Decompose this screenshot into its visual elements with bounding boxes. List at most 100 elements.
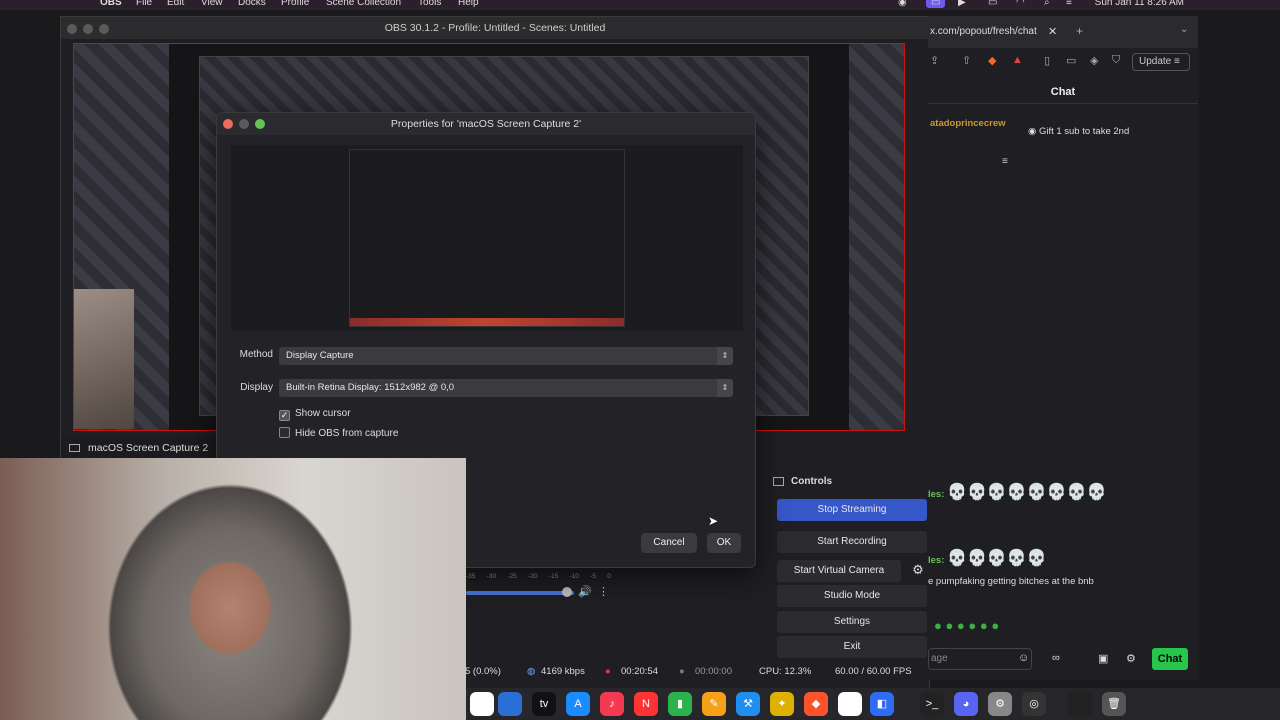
display-select[interactable]: Built-in Retina Display: 1512x982 @ 0,0 … <box>279 379 733 397</box>
appletv-icon[interactable]: tv <box>532 692 556 716</box>
stop-streaming-button[interactable]: Stop Streaming <box>777 499 927 521</box>
script-icon[interactable]: ✦ <box>770 692 794 716</box>
app-icon[interactable]: ◧ <box>870 692 894 716</box>
tab-list-chevron-icon[interactable]: ⌄ <box>1180 24 1188 35</box>
menu-tools[interactable]: Tools <box>418 0 441 8</box>
cpu-usage: CPU: 12.3% <box>759 666 812 677</box>
status-bar: 5 (0.0%) ◍ 4169 kbps ● 00:20:54 ● 00:00:… <box>461 663 931 683</box>
zoom-dialog-button[interactable] <box>255 119 265 129</box>
brave-shield-icon[interactable]: ◆ <box>988 54 996 67</box>
emoji-icon[interactable]: ☺ <box>1018 652 1029 664</box>
search-icon[interactable]: ⌕ <box>1044 0 1050 8</box>
upload-icon[interactable]: ⇧ <box>962 54 971 67</box>
pages-icon[interactable]: ✎ <box>702 692 726 716</box>
volume-slider-track[interactable] <box>466 591 574 595</box>
start-recording-button[interactable]: Start Recording <box>777 531 927 553</box>
appstore-icon[interactable]: A <box>566 692 590 716</box>
system-settings-icon[interactable]: ⚙ <box>988 692 1012 716</box>
menu-docks[interactable]: Docks <box>238 0 266 8</box>
cancel-button[interactable]: Cancel <box>641 533 697 553</box>
wallet-icon[interactable]: ▭ <box>1066 54 1076 67</box>
trash-icon[interactable]: 🗑 <box>1102 692 1126 716</box>
method-select[interactable]: Display Capture ⇕ <box>279 347 733 365</box>
record-time: 00:00:00 <box>695 666 732 677</box>
update-button[interactable]: Update ≡ <box>1132 53 1190 71</box>
obs-tray-icon[interactable]: ◉ <box>898 0 907 8</box>
display-label: Display <box>240 382 273 393</box>
vpn-icon[interactable]: ◈ <box>1090 54 1098 67</box>
wifi-icon[interactable]: ◠ <box>1016 0 1025 8</box>
brave-rewards-icon[interactable]: ▲ <box>1012 54 1023 66</box>
battery-icon[interactable]: ▭ <box>988 0 997 8</box>
chat-input-area: age ☺ ∞ ▣ ⚙ Chat <box>928 644 1198 674</box>
chat-input-field[interactable]: age <box>928 648 1032 670</box>
settings-button[interactable]: Settings <box>777 611 927 633</box>
gift-sub-banner[interactable]: ◉ Gift 1 sub to take 2nd <box>1028 126 1129 137</box>
numbers-icon[interactable]: ▮ <box>668 692 692 716</box>
obs-window-title: OBS 30.1.2 - Profile: Untitled - Scenes:… <box>61 17 929 39</box>
gift-icon[interactable]: ▣ <box>1098 652 1108 665</box>
terminal-icon[interactable]: >_ <box>920 692 944 716</box>
more-options-icon[interactable]: ⋮ <box>598 585 609 598</box>
pinned-icon[interactable]: ≡ <box>1002 156 1008 167</box>
scale-tick: -35 <box>466 573 476 580</box>
menu-edit[interactable]: Edit <box>167 0 184 8</box>
menu-profile[interactable]: Profile <box>281 0 309 8</box>
speaker-icon[interactable]: 🔊 <box>578 585 592 598</box>
share-icon[interactable]: ⇪ <box>930 54 939 67</box>
studio-mode-button[interactable]: Studio Mode <box>777 585 927 607</box>
checkbox-unchecked-icon[interactable] <box>279 427 290 438</box>
new-tab-icon[interactable]: + <box>1076 24 1083 38</box>
discord-icon[interactable]: ◕ <box>954 692 978 716</box>
menu-view[interactable]: View <box>201 0 223 8</box>
channel-points-icon[interactable]: ∞ <box>1052 652 1060 664</box>
menubar-clock[interactable]: Sun Jan 11 8:26 AM <box>1095 0 1184 8</box>
scale-tick: -30 <box>486 573 497 580</box>
chrome-icon[interactable] <box>838 692 862 716</box>
finder-icon[interactable] <box>470 692 494 716</box>
zoom-window-button[interactable] <box>99 24 109 34</box>
volume-slider-handle[interactable] <box>562 587 572 597</box>
method-value: Display Capture <box>286 350 354 361</box>
display-value: Built-in Retina Display: 1512x982 @ 0,0 <box>286 382 455 393</box>
virtual-camera-settings-gear-icon[interactable]: ⚙ <box>907 559 929 581</box>
close-dialog-button[interactable] <box>223 119 233 129</box>
close-tab-icon[interactable]: ✕ <box>1048 25 1057 38</box>
play-icon[interactable]: ▶ <box>958 0 966 8</box>
properties-dialog-title: Properties for 'macOS Screen Capture 2' <box>217 113 755 135</box>
chat-send-button[interactable]: Chat <box>1152 648 1188 670</box>
scale-tick: -25 <box>507 573 517 580</box>
menu-file[interactable]: File <box>136 0 152 8</box>
source-preview <box>231 145 743 331</box>
ok-button[interactable]: OK <box>707 533 741 553</box>
dock-float-icon[interactable] <box>773 477 784 486</box>
tab-url[interactable]: x.com/popout/fresh/chat <box>930 26 1037 37</box>
menu-help[interactable]: Help <box>458 0 479 8</box>
screen-share-icon[interactable]: ▭ <box>926 0 946 8</box>
minimize-dialog-button[interactable] <box>239 119 249 129</box>
menu-app-name[interactable]: OBS <box>100 0 122 8</box>
chat-username[interactable]: les: <box>928 555 944 566</box>
exit-button[interactable]: Exit <box>777 636 927 658</box>
brave-icon[interactable]: ◆ <box>804 692 828 716</box>
music-icon[interactable]: ♪ <box>600 692 624 716</box>
chat-username[interactable]: les: <box>928 489 944 500</box>
obs-icon[interactable]: ◎ <box>1022 692 1046 716</box>
control-center-icon[interactable]: ≡ <box>1066 0 1072 8</box>
hide-obs-checkbox[interactable]: Hide OBS from capture <box>279 427 398 439</box>
settings-icon[interactable]: ⚙ <box>1126 652 1136 665</box>
show-cursor-checkbox[interactable]: ✓ Show cursor <box>279 408 351 421</box>
downloads-icon[interactable] <box>1068 692 1092 716</box>
menubar: OBS File Edit View Docks Profile Scene C… <box>0 0 1280 10</box>
start-virtual-camera-button[interactable]: Start Virtual Camera <box>777 560 901 582</box>
minimize-window-button[interactable] <box>83 24 93 34</box>
news-icon[interactable]: N <box>634 692 658 716</box>
sidebar-icon[interactable]: ▯ <box>1044 54 1050 67</box>
freeform-icon[interactable] <box>498 692 522 716</box>
chat-username[interactable]: atadoprincecrew <box>930 118 1006 129</box>
close-window-button[interactable] <box>67 24 77 34</box>
menu-scene-collection[interactable]: Scene Collection <box>326 0 401 8</box>
xcode-icon[interactable]: ⚒ <box>736 692 760 716</box>
shield-icon[interactable]: ⛉ <box>1112 54 1120 67</box>
checkbox-checked-icon[interactable]: ✓ <box>279 410 290 421</box>
